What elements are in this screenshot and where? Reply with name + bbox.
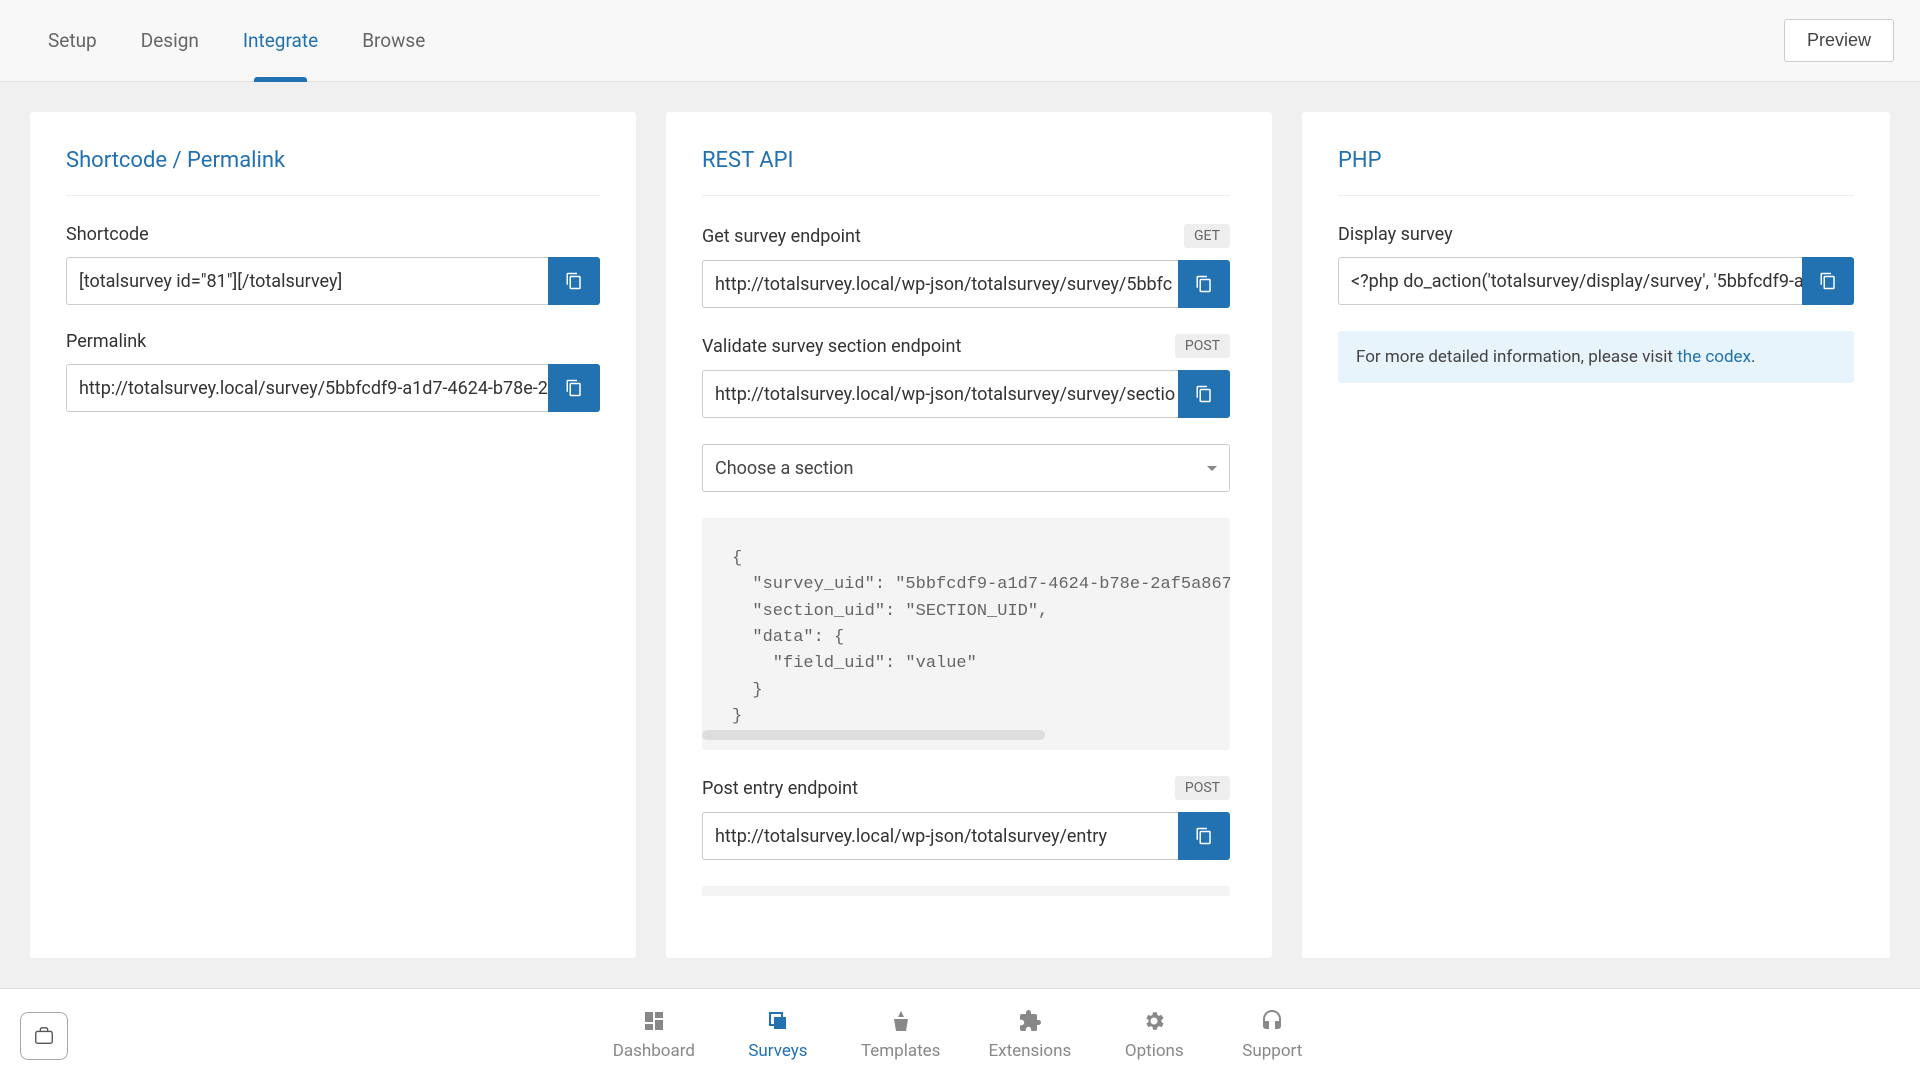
briefcase-icon [32, 1025, 56, 1047]
post-endpoint-input[interactable]: http://totalsurvey.local/wp-json/totalsu… [702, 812, 1178, 860]
shortcode-label: Shortcode [66, 224, 600, 245]
get-endpoint-input[interactable]: http://totalsurvey.local/wp-json/totalsu… [702, 260, 1178, 308]
display-survey-label: Display survey [1338, 224, 1854, 245]
display-survey-input[interactable]: <?php do_action('totalsurvey/display/sur… [1338, 257, 1802, 305]
post-method-badge: POST [1175, 776, 1230, 800]
divider [66, 195, 600, 196]
validate-endpoint-label: Validate survey section endpoint [702, 336, 961, 357]
nav-label: Options [1125, 1041, 1184, 1061]
copy-post-endpoint-button[interactable] [1178, 812, 1230, 860]
copy-get-endpoint-button[interactable] [1178, 260, 1230, 308]
templates-icon [889, 1009, 913, 1033]
copy-permalink-button[interactable] [548, 364, 600, 412]
copy-validate-endpoint-button[interactable] [1178, 370, 1230, 418]
nav-label: Surveys [748, 1041, 807, 1061]
payload-code-block: { "survey_uid": "5bbfcdf9-a1d7-4624-b78e… [702, 518, 1230, 750]
top-tabs: Setup Design Integrate Browse [26, 0, 447, 82]
copy-icon [1195, 275, 1213, 293]
nav-support[interactable]: Support [1237, 1009, 1307, 1061]
get-label-row: Get survey endpoint GET [702, 224, 1230, 248]
copy-shortcode-button[interactable] [548, 257, 600, 305]
card-shortcode: Shortcode / Permalink Shortcode [totalsu… [30, 112, 636, 958]
nav-label: Support [1242, 1041, 1302, 1061]
nav-surveys[interactable]: Surveys [743, 1009, 813, 1061]
copy-display-survey-button[interactable] [1802, 257, 1854, 305]
permalink-group: http://totalsurvey.local/survey/5bbfcdf9… [66, 364, 600, 412]
copy-icon [565, 272, 583, 290]
copy-icon [565, 379, 583, 397]
dashboard-icon [642, 1009, 666, 1033]
preview-button[interactable]: Preview [1784, 19, 1894, 62]
nav-label: Dashboard [613, 1041, 695, 1061]
briefcase-button[interactable] [20, 1012, 68, 1060]
card-rest-api: REST API Get survey endpoint GET http://… [666, 112, 1272, 958]
nav-options[interactable]: Options [1119, 1009, 1189, 1061]
chevron-down-icon [1207, 466, 1217, 471]
copy-icon [1819, 272, 1837, 290]
permalink-label: Permalink [66, 331, 600, 352]
tab-design[interactable]: Design [119, 0, 221, 82]
post-label-row: Post entry endpoint POST [702, 776, 1230, 800]
top-header: Setup Design Integrate Browse Preview [0, 0, 1920, 82]
nav-dashboard[interactable]: Dashboard [613, 1009, 695, 1061]
validate-label-row: Validate survey section endpoint POST [702, 334, 1230, 358]
card-php-title: PHP [1338, 148, 1854, 173]
validate-endpoint-group: http://totalsurvey.local/wp-json/totalsu… [702, 370, 1230, 418]
validate-method-badge: POST [1175, 334, 1230, 358]
copy-icon [1195, 385, 1213, 403]
extensions-icon [1018, 1009, 1042, 1033]
info-text: For more detailed information, please vi… [1356, 347, 1677, 367]
next-code-peek [702, 886, 1230, 896]
nav-extensions[interactable]: Extensions [988, 1009, 1071, 1061]
post-endpoint-label: Post entry endpoint [702, 778, 858, 799]
tab-setup[interactable]: Setup [26, 0, 119, 82]
get-endpoint-group: http://totalsurvey.local/wp-json/totalsu… [702, 260, 1230, 308]
bottom-nav: Dashboard Surveys Templates Extensions O… [0, 988, 1920, 1080]
section-select-value: Choose a section [715, 458, 853, 479]
copy-icon [1195, 827, 1213, 845]
card-rest-title: REST API [702, 148, 1230, 173]
card-php: PHP Display survey <?php do_action('tota… [1302, 112, 1890, 958]
main-content: Shortcode / Permalink Shortcode [totalsu… [0, 82, 1920, 988]
shortcode-group: [totalsurvey id="81"][/totalsurvey] [66, 257, 600, 305]
get-endpoint-label: Get survey endpoint [702, 226, 861, 247]
shortcode-input[interactable]: [totalsurvey id="81"][/totalsurvey] [66, 257, 548, 305]
get-method-badge: GET [1184, 224, 1230, 248]
divider [1338, 195, 1854, 196]
options-icon [1142, 1009, 1166, 1033]
nav-label: Extensions [988, 1041, 1071, 1061]
codex-info-box: For more detailed information, please vi… [1338, 331, 1854, 383]
codex-link[interactable]: the codex [1677, 347, 1751, 367]
surveys-icon [766, 1009, 790, 1033]
support-icon [1260, 1009, 1284, 1033]
validate-endpoint-input[interactable]: http://totalsurvey.local/wp-json/totalsu… [702, 370, 1178, 418]
display-survey-group: <?php do_action('totalsurvey/display/sur… [1338, 257, 1854, 305]
nav-label: Templates [861, 1041, 941, 1061]
divider [702, 195, 1230, 196]
permalink-input[interactable]: http://totalsurvey.local/survey/5bbfcdf9… [66, 364, 548, 412]
post-endpoint-group: http://totalsurvey.local/wp-json/totalsu… [702, 812, 1230, 860]
tab-integrate[interactable]: Integrate [221, 0, 340, 82]
tab-browse[interactable]: Browse [340, 0, 447, 82]
nav-templates[interactable]: Templates [861, 1009, 941, 1061]
info-suffix: . [1751, 347, 1755, 367]
card-shortcode-title: Shortcode / Permalink [66, 148, 600, 173]
section-select[interactable]: Choose a section [702, 444, 1230, 492]
